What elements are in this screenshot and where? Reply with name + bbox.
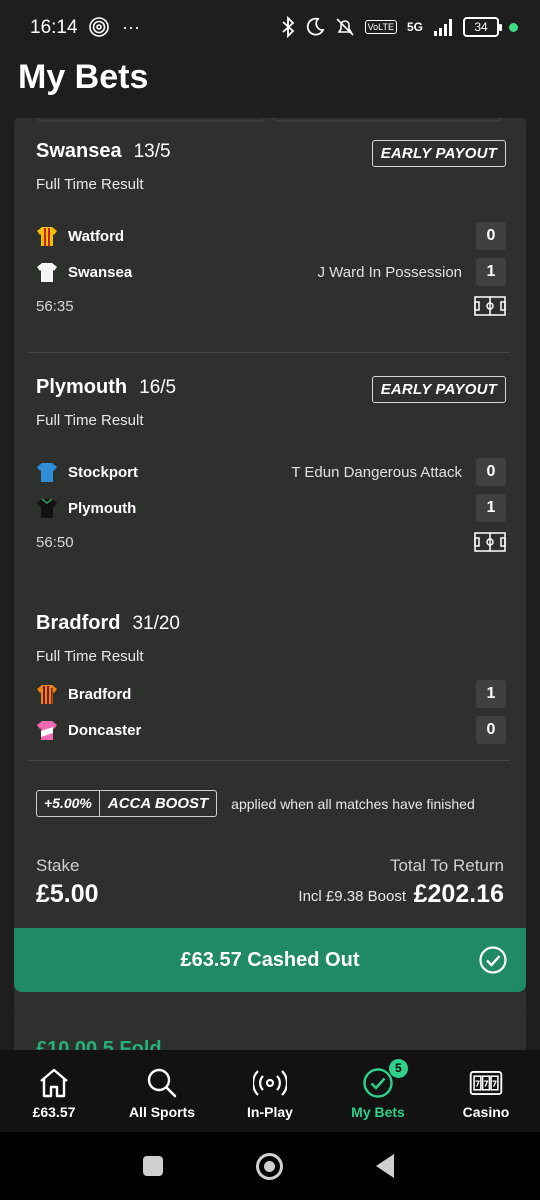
- recent-apps-button[interactable]: [143, 1156, 163, 1176]
- leg-market: Full Time Result: [36, 176, 144, 193]
- boost-note: applied when all matches have finished: [231, 795, 475, 812]
- home-icon: [40, 1068, 68, 1098]
- team-score: 1: [476, 258, 506, 286]
- my-bets-count-badge: 5: [388, 1059, 408, 1078]
- team-row: Bradford 1: [36, 680, 506, 708]
- acca-boost-badge: +5.00% ACCA BOOST: [36, 790, 218, 817]
- live-commentary: J Ward In Possession: [317, 263, 463, 281]
- nav-casino[interactable]: 777 Casino: [432, 1050, 540, 1132]
- early-payout-badge: EARLY PAYOUT: [371, 140, 506, 167]
- boost-label: ACCA BOOST: [107, 795, 209, 812]
- volte-icon: VoLTE: [364, 20, 397, 34]
- doncaster-shirt-icon: [37, 721, 57, 740]
- divider: [28, 760, 510, 761]
- match-clock: 56:50: [36, 534, 74, 551]
- svg-text:7: 7: [483, 1079, 488, 1088]
- battery-icon: 34: [463, 17, 502, 37]
- bet-card-title: £10.00 5 Fold: [36, 1038, 162, 1050]
- slot-machine-icon: 777: [469, 1071, 503, 1095]
- team-name: Bradford: [68, 685, 132, 703]
- match-clock: 56:35: [36, 298, 74, 315]
- team-score: 1: [476, 494, 506, 522]
- bottom-nav: £63.57 All Sports In-Play 5 My Bets 777 …: [0, 1050, 540, 1132]
- team-row: Swansea J Ward In Possession 1: [36, 258, 506, 286]
- leg-market: Full Time Result: [36, 412, 144, 429]
- divider: [28, 352, 510, 353]
- team-name: Stockport: [68, 463, 139, 481]
- more-notifications-icon: ···: [122, 16, 140, 37]
- system-nav-bar: [0, 1132, 540, 1200]
- team-name: Doncaster: [68, 721, 142, 739]
- team-score: 0: [476, 222, 506, 250]
- nav-in-play[interactable]: In-Play: [216, 1050, 324, 1132]
- team-row: Doncaster 0: [36, 716, 506, 744]
- leg-odds: 16/5: [139, 377, 177, 398]
- status-bar: 16:14 ··· VoLTE 5G 34: [0, 0, 540, 58]
- leg-selection: Plymouth: [36, 376, 128, 398]
- moon-icon: [306, 17, 325, 36]
- nav-home[interactable]: £63.57: [0, 1050, 108, 1132]
- stake-label: Stake: [36, 856, 80, 875]
- boost-included: Incl £9.38 Boost: [298, 888, 406, 905]
- team-name: Watford: [68, 227, 125, 245]
- live-commentary: T Edun Dangerous Attack: [291, 463, 462, 481]
- team-row: Plymouth 1: [36, 494, 506, 522]
- team-row: Stockport T Edun Dangerous Attack 0: [36, 458, 506, 486]
- check-circle-icon: [479, 946, 507, 974]
- bluetooth-icon: [282, 16, 294, 38]
- cashed-out-bar: £63.57 Cashed Out: [14, 928, 526, 992]
- privacy-dot-icon: [509, 22, 518, 32]
- team-score: 0: [476, 458, 506, 486]
- pitch-icon[interactable]: [474, 296, 506, 316]
- acca-boost-row: +5.00% ACCA BOOST applied when all match…: [36, 790, 475, 817]
- bradford-shirt-icon: [37, 685, 57, 704]
- watford-shirt-icon: [37, 227, 57, 246]
- leg-market: Full Time Result: [36, 648, 144, 665]
- svg-text:7: 7: [492, 1079, 497, 1088]
- search-icon: [147, 1068, 177, 1098]
- bet-leg: Plymouth 16/5 EARLY PAYOUT Full Time Res…: [36, 376, 506, 552]
- bets-scroll-area[interactable]: Swansea 13/5 EARLY PAYOUT Full Time Resu…: [0, 118, 540, 1050]
- team-row: Watford 0: [36, 222, 506, 250]
- stockport-shirt-icon: [37, 463, 57, 482]
- nav-balance: £63.57: [32, 1104, 76, 1120]
- back-button[interactable]: [376, 1154, 394, 1178]
- early-payout-badge: EARLY PAYOUT: [371, 376, 506, 403]
- nav-my-bets[interactable]: 5 My Bets: [324, 1050, 432, 1132]
- bet-card-next[interactable]: £10.00 5 Fold: [14, 1010, 526, 1050]
- cashout-label: £63.57 Cashed Out: [180, 948, 360, 971]
- bell-muted-icon: [336, 18, 354, 36]
- status-time: 16:14: [30, 17, 78, 38]
- bet-leg: Swansea 13/5 EARLY PAYOUT Full Time Resu…: [36, 140, 506, 316]
- svg-text:7: 7: [475, 1079, 480, 1088]
- leg-selection: Bradford: [36, 612, 121, 634]
- live-broadcast-icon: [253, 1070, 287, 1096]
- leg-odds: 13/5: [133, 141, 171, 162]
- home-button[interactable]: [256, 1153, 283, 1180]
- leg-selection: Swansea: [36, 140, 122, 162]
- bet-card: Swansea 13/5 EARLY PAYOUT Full Time Resu…: [14, 118, 526, 1050]
- page-title: My Bets: [18, 58, 149, 96]
- plymouth-shirt-icon: [37, 498, 57, 518]
- network-type: 5G: [406, 20, 423, 34]
- return-value: £202.16: [413, 880, 504, 908]
- team-score: 1: [476, 680, 506, 708]
- return-label: Total To Return: [389, 856, 504, 875]
- stake-value: £5.00: [36, 880, 99, 908]
- fingerprint-icon: [89, 17, 109, 37]
- swansea-shirt-icon: [37, 263, 57, 282]
- boost-percent: +5.00%: [37, 791, 100, 816]
- team-name: Plymouth: [68, 499, 137, 517]
- bet-leg: Bradford 31/20 Full Time Result Bradford…: [36, 612, 506, 744]
- team-name: Swansea: [68, 263, 133, 281]
- signal-icon: [434, 19, 452, 36]
- nav-all-sports[interactable]: All Sports: [108, 1050, 216, 1132]
- leg-odds: 31/20: [132, 613, 180, 634]
- pitch-icon[interactable]: [474, 532, 506, 552]
- team-score: 0: [476, 716, 506, 744]
